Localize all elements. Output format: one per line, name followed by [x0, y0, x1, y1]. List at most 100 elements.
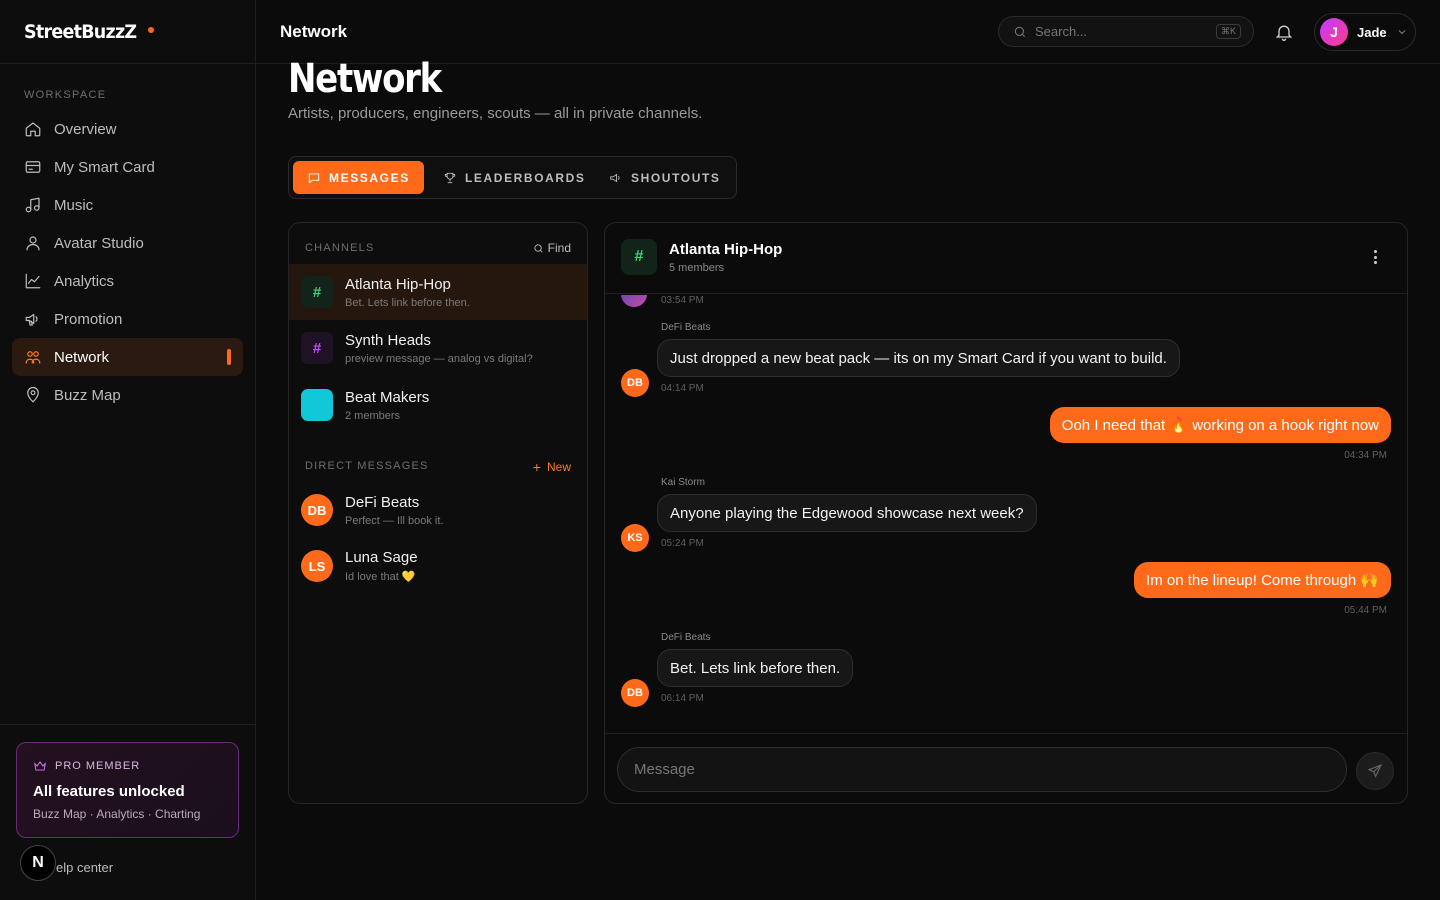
users-icon — [25, 351, 41, 364]
message-input[interactable] — [617, 747, 1347, 792]
pro-subtitle: Buzz Map · Analytics · Charting — [33, 807, 201, 821]
user-menu[interactable]: J Jade — [1314, 13, 1416, 51]
chat-title: Atlanta Hip-Hop — [669, 241, 783, 258]
dm-name: Luna Sage — [345, 549, 418, 566]
avatar: DB — [621, 369, 649, 397]
hash-icon: # — [301, 276, 333, 308]
message-time: 06:14 PM — [661, 693, 704, 704]
pro-badge: PRO MEMBER — [33, 759, 222, 773]
find-button[interactable]: Find — [533, 241, 571, 255]
avatar: DB — [621, 679, 649, 707]
message-sender: DeFi Beats — [661, 632, 711, 643]
sidebar: StreetBuzzZ WORKSPACE Overview My Smart … — [0, 0, 256, 900]
sidebar-nav: Overview My Smart Card Music Avatar Stud… — [12, 110, 243, 414]
sidebar-item-analytics[interactable]: Analytics — [12, 262, 243, 300]
hash-icon: # — [301, 332, 333, 364]
notifications-button[interactable] — [1274, 22, 1294, 42]
message-bubble-own: Ooh I need that 🔥 working on a hook righ… — [1049, 407, 1391, 443]
sidebar-item-label: Analytics — [54, 272, 115, 290]
sidebar-item-label: Buzz Map — [54, 386, 121, 404]
brand[interactable]: StreetBuzzZ — [0, 0, 255, 64]
user-icon — [26, 236, 40, 251]
card-icon — [25, 161, 41, 173]
channel-item-synth-heads[interactable]: # Synth Heads preview message — analog v… — [289, 320, 587, 376]
avatar — [621, 295, 647, 307]
new-dm-button[interactable]: + New — [533, 459, 571, 475]
channels-label: CHANNELS — [305, 242, 375, 254]
chart-icon — [25, 273, 41, 289]
tab-messages[interactable]: MESSAGES — [293, 161, 424, 194]
sidebar-item-label: Overview — [54, 120, 117, 138]
sidebar-item-smart-card[interactable]: My Smart Card — [12, 148, 243, 186]
channel-name: Synth Heads — [345, 331, 431, 349]
tab-label: MESSAGES — [329, 170, 410, 185]
message-sender: Kai Storm — [661, 477, 705, 488]
channel-name: Atlanta Hip-Hop — [345, 275, 451, 293]
sidebar-item-avatar-studio[interactable]: Avatar Studio — [12, 224, 243, 262]
send-button[interactable] — [1356, 752, 1394, 790]
message-time: 03:54 PM — [661, 295, 704, 306]
chat-header: # Atlanta Hip-Hop 5 members — [605, 223, 1407, 294]
sidebar-item-promotion[interactable]: Promotion — [12, 300, 243, 338]
plus-icon: + — [532, 459, 541, 475]
dm-item-defi-beats[interactable]: DB DeFi Beats Perfect — Ill book it. — [289, 482, 587, 538]
sidebar-item-network[interactable]: Network — [12, 338, 243, 376]
avatar: KS — [621, 524, 649, 552]
dm-name: DeFi Beats — [345, 493, 420, 511]
pro-member-card[interactable]: PRO MEMBER All features unlocked Buzz Ma… — [16, 742, 239, 838]
find-label: Find — [547, 241, 571, 255]
sidebar-item-label: My Smart Card — [54, 158, 155, 176]
avatar: J — [1320, 18, 1348, 46]
chat-panel: # Atlanta Hip-Hop 5 members 03:54 PM DeF… — [604, 222, 1408, 804]
dm-preview: Perfect — Ill book it. — [345, 514, 444, 527]
more-options-icon[interactable] — [1367, 247, 1383, 267]
sidebar-item-buzz-map[interactable]: Buzz Map — [12, 376, 243, 414]
sidebar-item-label: Avatar Studio — [54, 234, 144, 252]
direct-messages-label: DIRECT MESSAGES — [305, 460, 429, 472]
brand-logo: StreetBuzzZ — [24, 20, 137, 43]
n-badge-icon[interactable]: N — [20, 845, 56, 881]
tab-leaderboards[interactable]: LEADERBOARDS — [429, 161, 600, 194]
new-dm-label: New — [546, 460, 571, 474]
page-subtitle: Artists, producers, engineers, scouts — … — [288, 105, 703, 122]
search-icon — [1014, 26, 1026, 37]
map-pin-icon — [27, 386, 39, 403]
hash-icon: # — [621, 239, 657, 275]
tab-bar: MESSAGES LEADERBOARDS SHOUTOUTS — [288, 156, 737, 199]
send-icon — [1367, 763, 1383, 778]
chat-member-count: 5 members — [669, 262, 725, 274]
channel-item-atlanta-hip-hop[interactable]: # Atlanta Hip-Hop Bet. Lets link before … — [289, 264, 587, 320]
message-bubble-own: Im on the lineup! Come through 🙌 — [1134, 562, 1391, 598]
sidebar-item-overview[interactable]: Overview — [12, 110, 243, 148]
message-time: 05:24 PM — [661, 538, 704, 549]
bell-icon — [1275, 25, 1293, 41]
topbar-title: Network — [280, 22, 348, 41]
channel-avatar — [301, 389, 333, 421]
search-input[interactable] — [1035, 24, 1205, 39]
megaphone-icon — [25, 313, 38, 326]
message-list[interactable]: 03:54 PM DeFi Beats Just dropped a new b… — [605, 295, 1407, 733]
tab-label: SHOUTOUTS — [631, 170, 721, 185]
message-bubble: Just dropped a new beat pack — its on my… — [657, 339, 1180, 377]
search-box[interactable]: ⌘K — [998, 16, 1254, 47]
tab-shoutouts[interactable]: SHOUTOUTS — [595, 161, 735, 194]
sidebar-item-label: Promotion — [54, 310, 123, 328]
sidebar-item-label: Network — [54, 348, 110, 366]
crown-icon — [34, 761, 46, 771]
avatar: LS — [301, 550, 333, 582]
pro-badge-label: PRO MEMBER — [55, 760, 141, 772]
workspace-label: WORKSPACE — [24, 89, 107, 101]
sidebar-footer: PRO MEMBER All features unlocked Buzz Ma… — [0, 724, 256, 900]
channel-preview: preview message — analog vs digital? — [345, 352, 533, 365]
sidebar-item-music[interactable]: Music — [12, 186, 243, 224]
trophy-icon — [444, 172, 456, 183]
channel-item-beat-makers[interactable]: Beat Makers 2 members — [289, 377, 587, 433]
user-name: Jade — [1357, 24, 1387, 40]
chevron-down-icon — [1398, 30, 1405, 35]
megaphone-icon — [610, 173, 620, 182]
message-bubble: Bet. Lets link before then. — [657, 649, 854, 687]
help-center-link[interactable]: elp center — [56, 860, 113, 875]
dm-item-luna-sage[interactable]: LS Luna Sage Id love that 💛 — [289, 538, 587, 594]
topbar: Network ⌘K J Jade — [256, 0, 1440, 64]
pro-title: All features unlocked — [33, 783, 185, 800]
